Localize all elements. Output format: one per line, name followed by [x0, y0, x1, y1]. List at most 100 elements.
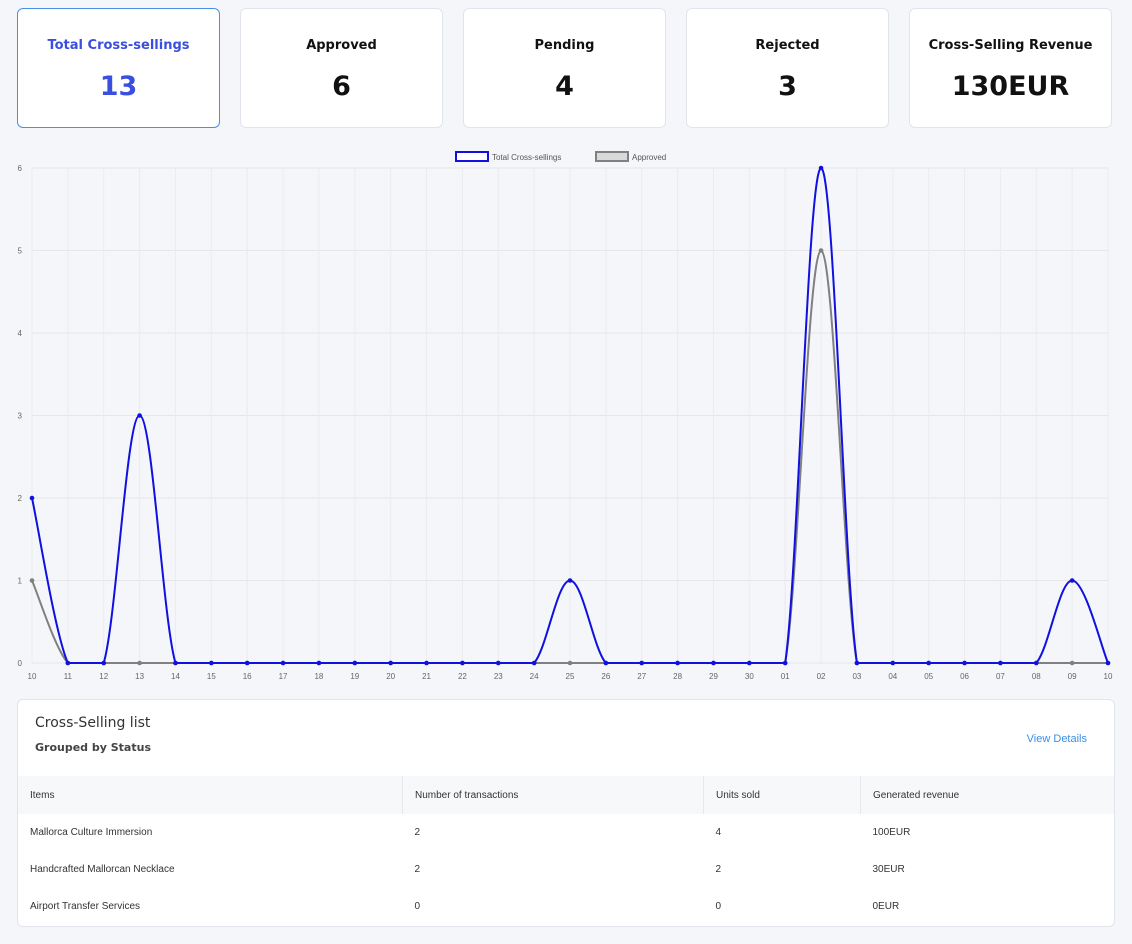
y-tick-label: 2 — [18, 494, 23, 503]
cell-revenue: 100EUR — [872, 827, 911, 838]
table-row[interactable]: Airport Transfer Services 0 0 0EUR — [18, 888, 1114, 925]
data-point — [926, 660, 931, 666]
data-point — [1033, 660, 1039, 666]
x-tick-label: 08 — [1032, 672, 1041, 681]
cell-transactions: 2 — [414, 864, 421, 875]
data-point — [747, 660, 752, 666]
y-tick-label: 5 — [18, 247, 23, 256]
card-title: Approved — [306, 38, 377, 53]
legend-swatch — [595, 151, 629, 162]
list-subtitle: Grouped by Status — [35, 741, 151, 754]
data-point — [1105, 660, 1111, 666]
cross-selling-chart: 0 1 2 3 4 5 6 10 11 12 13 14 15 16 17 18 19 20 21 22 23 24 25 2… — [0, 142, 1132, 690]
card-title: Total Cross-sellings — [47, 38, 190, 53]
x-tick-label: 30 — [745, 672, 754, 681]
data-point — [998, 660, 1003, 666]
x-tick-label: 27 — [637, 672, 646, 681]
card-rejected[interactable]: Rejected 3 — [686, 8, 889, 128]
data-point — [818, 248, 824, 253]
cross-selling-table: Items Number of transactions Units sold … — [18, 776, 1114, 925]
x-tick-label: 19 — [350, 672, 359, 681]
x-tick-label: 06 — [960, 672, 969, 681]
data-point — [1069, 660, 1075, 666]
card-value: 130EUR — [951, 71, 1070, 102]
cross-selling-list-panel: Cross-Selling list Grouped by Status Vie… — [17, 699, 1115, 927]
card-value: 6 — [332, 71, 351, 102]
card-revenue[interactable]: Cross-Selling Revenue 130EUR — [909, 8, 1112, 128]
card-title: Rejected — [755, 38, 820, 53]
data-point — [711, 660, 716, 666]
y-tick-label: 1 — [18, 577, 23, 586]
x-tick-label: 17 — [279, 672, 288, 681]
data-point — [244, 660, 250, 666]
x-tick-label: 02 — [817, 672, 826, 681]
x-tick-label: 21 — [422, 672, 431, 681]
cell-item: Airport Transfer Services — [30, 901, 141, 912]
data-point — [1069, 578, 1075, 583]
x-tick-label: 23 — [494, 672, 503, 681]
y-tick-label: 3 — [18, 412, 23, 421]
cell-revenue: 0EUR — [872, 901, 900, 912]
cell-units: 4 — [715, 827, 722, 838]
data-point — [424, 660, 429, 666]
x-tick-label: 16 — [243, 672, 252, 681]
card-total-cross-sellings[interactable]: Total Cross-sellings 13 — [17, 8, 220, 128]
y-tick-label: 0 — [18, 659, 23, 668]
data-point — [101, 660, 107, 666]
data-point — [460, 660, 465, 666]
data-point — [495, 660, 501, 666]
table-row[interactable]: Handcrafted Mallorcan Necklace 2 2 30EUR — [18, 851, 1114, 888]
list-title: Cross-Selling list — [35, 715, 151, 731]
cell-transactions: 2 — [414, 827, 421, 838]
x-tick-label: 10 — [1104, 672, 1113, 681]
data-point — [567, 660, 573, 666]
data-point — [352, 660, 358, 666]
data-point — [782, 660, 788, 666]
data-point — [962, 660, 967, 666]
legend-label: Approved — [632, 153, 666, 162]
cell-units: 0 — [715, 901, 722, 912]
view-details-link[interactable]: View Details — [1027, 733, 1087, 745]
card-title: Cross-Selling Revenue — [928, 38, 1093, 53]
x-tick-label: 11 — [64, 672, 73, 681]
data-point — [603, 660, 609, 666]
x-tick-label: 05 — [924, 672, 933, 681]
x-tick-label: 15 — [207, 672, 216, 681]
x-tick-label: 14 — [171, 672, 180, 681]
data-point — [890, 660, 896, 666]
x-tick-label: 07 — [996, 672, 1005, 681]
card-value: 4 — [555, 71, 574, 102]
column-header-transactions[interactable]: Number of transactions — [402, 776, 704, 814]
data-point — [137, 413, 142, 418]
legend-swatch — [455, 151, 489, 162]
data-point — [567, 578, 573, 583]
data-point — [675, 660, 680, 666]
x-tick-label: 04 — [888, 672, 897, 681]
table-row[interactable]: Mallorca Culture Immersion 2 4 100EUR — [18, 814, 1114, 851]
cell-transactions: 0 — [414, 901, 421, 912]
x-tick-label: 03 — [852, 672, 861, 681]
x-tick-label: 10 — [28, 672, 37, 681]
card-value: 3 — [778, 71, 797, 102]
x-tick-label: 09 — [1068, 672, 1077, 681]
y-tick-label: 4 — [18, 329, 23, 338]
x-tick-label: 18 — [314, 672, 323, 681]
data-point — [854, 660, 860, 666]
x-tick-label: 22 — [458, 672, 467, 681]
table-header-row: Items Number of transactions Units sold … — [18, 776, 1114, 814]
x-tick-label: 28 — [673, 672, 682, 681]
column-header-items[interactable]: Items — [18, 776, 403, 814]
column-header-revenue[interactable]: Generated revenue — [860, 776, 1114, 814]
card-approved[interactable]: Approved 6 — [240, 8, 443, 128]
card-pending[interactable]: Pending 4 — [463, 8, 666, 128]
x-tick-label: 01 — [781, 672, 790, 681]
x-tick-label: 12 — [99, 672, 108, 681]
legend-label: Total Cross-sellings — [492, 153, 561, 162]
y-tick-label: 6 — [18, 164, 23, 173]
column-header-units-sold[interactable]: Units sold — [703, 776, 861, 814]
data-point — [639, 660, 645, 666]
x-tick-label: 25 — [566, 672, 575, 681]
cell-item: Handcrafted Mallorcan Necklace — [30, 864, 175, 875]
data-point — [29, 578, 35, 583]
data-point — [209, 660, 214, 666]
